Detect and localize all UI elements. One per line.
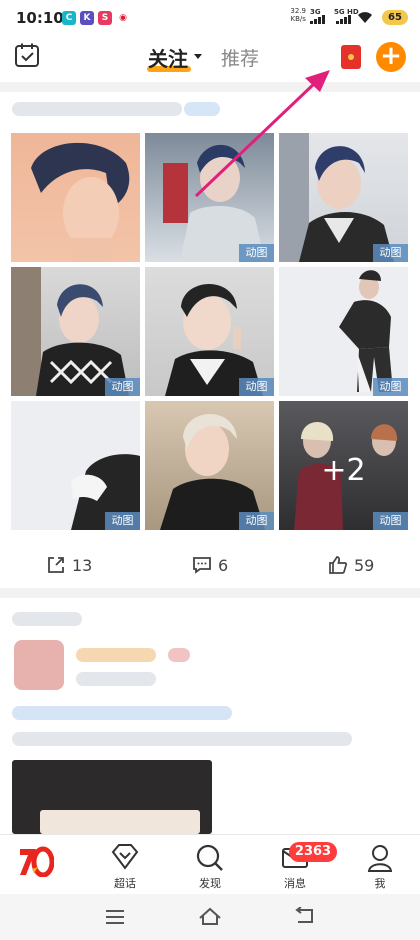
user-icon	[367, 845, 393, 872]
nav-chaohua[interactable]: 超话	[95, 841, 155, 891]
search-icon	[196, 844, 223, 871]
back-icon[interactable]	[292, 907, 316, 925]
menu-icon[interactable]	[104, 909, 126, 925]
diamond-icon	[111, 844, 139, 870]
system-nav-bar	[0, 894, 420, 940]
nav-label: 超话	[114, 877, 136, 890]
nav-label: 消息	[284, 877, 306, 890]
nav-label: 我	[374, 877, 386, 890]
nav-me[interactable]: 我	[350, 841, 410, 891]
home-icon[interactable]	[198, 906, 222, 926]
nav-label: 发现	[199, 877, 221, 890]
nav-discover[interactable]: 发现	[180, 841, 240, 891]
bottom-nav: 超话 发现 消息 我	[0, 834, 420, 895]
nav-home[interactable]	[8, 841, 68, 891]
message-count-badge: 2363	[289, 842, 337, 862]
annotation-arrow	[194, 70, 330, 198]
weibo-70-logo-icon	[20, 846, 54, 877]
